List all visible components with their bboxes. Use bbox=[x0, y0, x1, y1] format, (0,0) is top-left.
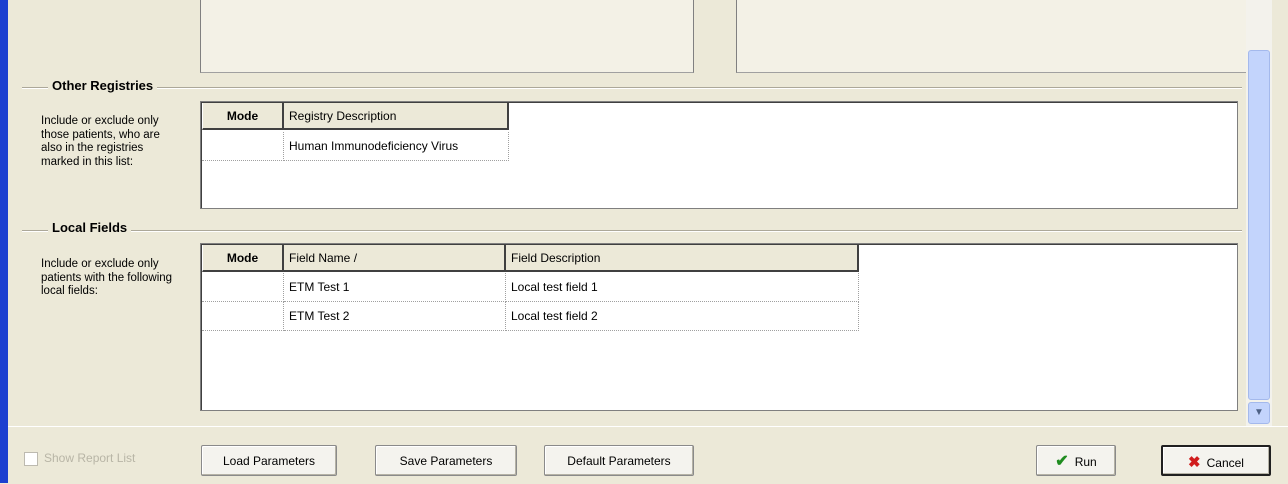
window-left-border bbox=[0, 0, 8, 483]
vertical-scrollbar[interactable]: ▼ bbox=[1246, 0, 1272, 426]
field-row-2-name-cell[interactable]: ETM Test 2 bbox=[284, 302, 506, 331]
other-registries-title: Other Registries bbox=[48, 78, 158, 93]
load-parameters-button[interactable]: Load Parameters bbox=[201, 445, 337, 476]
previous-section-box-right bbox=[736, 0, 1247, 73]
show-report-list-label: Show Report List bbox=[44, 451, 136, 465]
run-button[interactable]: ✔ Run bbox=[1036, 445, 1116, 476]
registry-row-description-cell[interactable]: Human Immunodeficiency Virus bbox=[284, 132, 509, 161]
fields-header-mode[interactable]: Mode bbox=[202, 245, 284, 272]
checkbox-box[interactable] bbox=[24, 451, 38, 466]
registry-row-mode-cell[interactable] bbox=[202, 132, 284, 161]
fields-header-name[interactable]: Field Name / bbox=[284, 245, 506, 272]
cancel-button-label: Cancel bbox=[1206, 456, 1244, 470]
run-button-label: Run bbox=[1074, 455, 1097, 469]
registries-header-description[interactable]: Registry Description bbox=[284, 103, 509, 130]
scroll-down-button[interactable]: ▼ bbox=[1248, 402, 1270, 424]
x-icon: ✖ bbox=[1188, 454, 1201, 471]
other-registries-description: Include or exclude only those patients, … bbox=[41, 115, 160, 168]
other-registries-separator bbox=[22, 87, 1242, 89]
parameters-panel: Other Registries Include or exclude only… bbox=[8, 0, 1247, 426]
field-row-2-mode-cell[interactable] bbox=[202, 302, 284, 331]
fields-header-description[interactable]: Field Description bbox=[506, 245, 859, 272]
footer-bar: Show Report List Load Parameters Save Pa… bbox=[8, 426, 1288, 484]
show-report-list-checkbox[interactable]: Show Report List bbox=[24, 451, 135, 466]
checkmark-icon: ✔ bbox=[1055, 453, 1069, 470]
scrollbar-thumb[interactable] bbox=[1248, 50, 1270, 400]
field-row-1-name-cell[interactable]: ETM Test 1 bbox=[284, 273, 506, 302]
field-row-2-description-cell[interactable]: Local test field 2 bbox=[506, 302, 859, 331]
registries-grid[interactable]: Mode Registry Description Human Immunode… bbox=[200, 101, 1238, 209]
field-row-1-description-cell[interactable]: Local test field 1 bbox=[506, 273, 859, 302]
default-parameters-button[interactable]: Default Parameters bbox=[544, 445, 694, 476]
local-fields-separator bbox=[22, 230, 1242, 232]
previous-section-box-left bbox=[200, 0, 694, 73]
local-fields-description: Include or exclude only patients with th… bbox=[41, 258, 173, 297]
local-fields-grid[interactable]: Mode Field Name / Field Description ETM … bbox=[200, 243, 1238, 411]
chevron-down-icon: ▼ bbox=[1254, 407, 1264, 418]
save-parameters-button[interactable]: Save Parameters bbox=[375, 445, 517, 476]
registries-header-mode[interactable]: Mode bbox=[202, 103, 284, 130]
field-row-1-mode-cell[interactable] bbox=[202, 273, 284, 302]
cancel-button[interactable]: ✖ Cancel bbox=[1161, 445, 1271, 476]
local-fields-title: Local Fields bbox=[48, 220, 132, 235]
